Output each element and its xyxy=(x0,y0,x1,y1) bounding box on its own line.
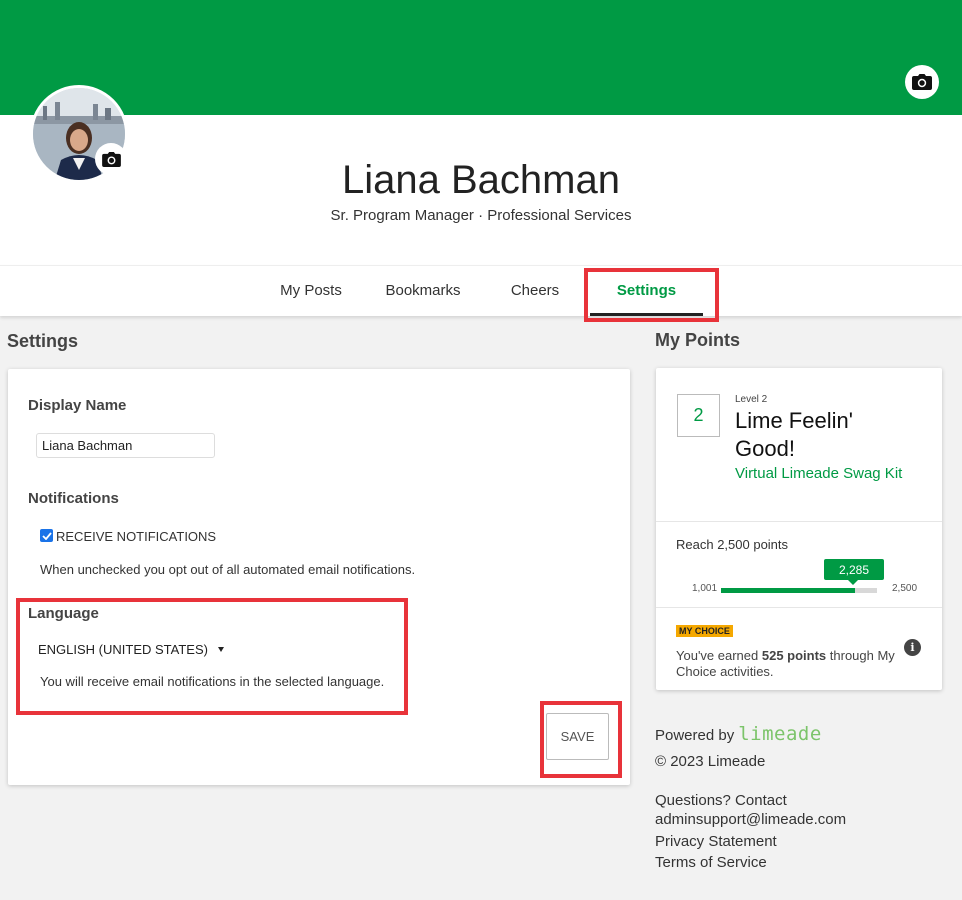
progress-max-label: 2,500 xyxy=(892,583,918,594)
points-divider-2 xyxy=(656,607,942,608)
tab-my-posts[interactable]: My Posts xyxy=(268,266,354,316)
cover-banner xyxy=(0,0,962,115)
progress-bar-fill xyxy=(721,588,855,593)
display-name-label: Display Name xyxy=(28,397,127,414)
copyright: © 2023 Limeade xyxy=(655,753,766,770)
powered-by: Powered by limeade xyxy=(655,723,822,745)
check-icon xyxy=(41,531,52,540)
profile-name: Liana Bachman xyxy=(342,158,620,202)
questions-contact: Questions? Contact xyxy=(655,792,787,809)
progress-bar xyxy=(721,588,877,593)
level-name: Lime Feelin' Good! xyxy=(735,408,853,461)
reach-points-text: Reach 2,500 points xyxy=(676,537,789,552)
progress-min-label: 1,001 xyxy=(692,583,718,594)
profile-tabs: My Posts Bookmarks Cheers Settings xyxy=(0,265,962,316)
privacy-statement-link[interactable]: Privacy Statement xyxy=(655,833,777,850)
tab-cheers[interactable]: Cheers xyxy=(503,266,567,316)
reward-link[interactable]: Virtual Limeade Swag Kit xyxy=(735,464,905,483)
level-caption: Level 2 xyxy=(735,394,768,405)
notifications-help-text: When unchecked you opt out of all automa… xyxy=(40,562,416,577)
notifications-label: Notifications xyxy=(28,490,119,507)
camera-icon xyxy=(912,74,932,90)
display-name-input[interactable] xyxy=(36,433,215,458)
points-divider xyxy=(656,521,942,522)
language-help-text: You will receive email notifications in … xyxy=(40,674,385,689)
progress-current-bubble: 2,285 xyxy=(824,559,884,585)
earned-prefix: You've earned xyxy=(676,648,762,663)
my-choice-badge: MY CHOICE xyxy=(676,625,733,637)
limeade-logo: limeade xyxy=(738,723,822,745)
info-icon[interactable]: i xyxy=(904,639,921,656)
language-select[interactable]: ENGLISH (UNITED STATES) xyxy=(38,641,224,657)
language-label: Language xyxy=(28,605,99,622)
profile-subtitle: Sr. Program Manager · Professional Servi… xyxy=(330,207,632,224)
earned-points-value: 525 points xyxy=(761,648,827,663)
powered-by-label: Powered by xyxy=(655,727,735,744)
earned-points-text: You've earned 525 points through My Choi… xyxy=(676,648,901,680)
level-number-box: 2 xyxy=(677,394,720,437)
receive-notifications-label[interactable]: RECEIVE NOTIFICATIONS xyxy=(56,529,216,544)
receive-notifications-checkbox[interactable] xyxy=(40,529,53,542)
support-email-link[interactable]: adminsupport@limeade.com xyxy=(655,811,846,828)
tab-settings[interactable]: Settings xyxy=(590,266,703,316)
caret-down-icon xyxy=(217,646,224,652)
banner-camera-button[interactable] xyxy=(905,65,939,99)
save-button[interactable]: SAVE xyxy=(546,713,609,760)
points-section-title: My Points xyxy=(655,330,741,350)
terms-of-service-link[interactable]: Terms of Service xyxy=(655,854,767,871)
settings-section-title: Settings xyxy=(7,331,79,351)
tab-bookmarks[interactable]: Bookmarks xyxy=(378,266,468,316)
settings-card xyxy=(8,369,630,785)
language-select-value: ENGLISH (UNITED STATES) xyxy=(38,641,208,657)
